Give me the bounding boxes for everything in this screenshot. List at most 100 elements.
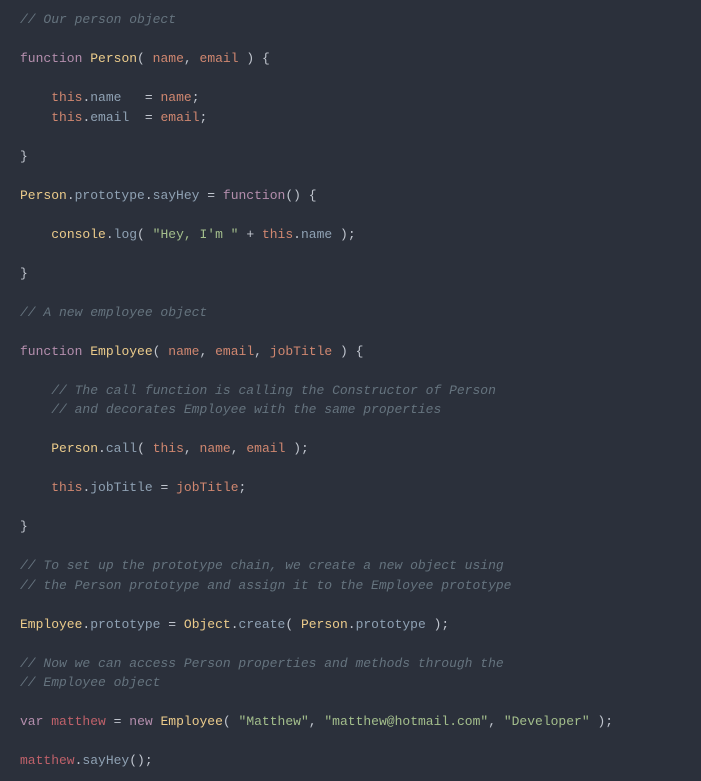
param-email: email [215, 344, 254, 359]
dot: . [145, 188, 153, 203]
class-employee: Employee [160, 714, 222, 729]
prop-name: name [90, 90, 121, 105]
dot: . [348, 617, 356, 632]
prop-prototype: prototype [75, 188, 145, 203]
method-sayhey: sayHey [153, 188, 200, 203]
comma: , [488, 714, 496, 729]
semi: ; [145, 753, 153, 768]
paren-open: ( [285, 188, 293, 203]
code-block: // Our person object function Person( na… [0, 0, 701, 781]
brace-close: } [20, 519, 28, 534]
kw-function: function [223, 188, 285, 203]
brace-open: { [356, 344, 364, 359]
ident-email: email [161, 110, 200, 125]
class-person: Person [20, 188, 67, 203]
paren-close: ) [340, 344, 348, 359]
comma: , [184, 51, 192, 66]
kw-this: this [51, 480, 82, 495]
method-call: call [106, 441, 137, 456]
comma: , [254, 344, 262, 359]
semi: ; [348, 227, 356, 242]
dot: . [67, 188, 75, 203]
brace-open: { [309, 188, 317, 203]
kw-new: new [129, 714, 152, 729]
paren-open: ( [285, 617, 293, 632]
prop-email: email [90, 110, 129, 125]
op-eq: = [168, 617, 176, 632]
method-log: log [114, 227, 137, 242]
dot: . [106, 227, 114, 242]
semi: ; [605, 714, 613, 729]
comment-line: // To set up the prototype chain, we cre… [20, 558, 504, 573]
comma: , [309, 714, 317, 729]
class-person: Person [51, 441, 98, 456]
paren-close: ) [293, 188, 301, 203]
class-employee: Employee [20, 617, 82, 632]
paren-open: ( [137, 51, 145, 66]
comment-line: // and decorates Employee with the same … [51, 402, 441, 417]
ident-jobtitle: jobTitle [176, 480, 238, 495]
method-sayhey: sayHey [82, 753, 129, 768]
comment-line: // The call function is calling the Cons… [51, 383, 496, 398]
prop-prototype: prototype [356, 617, 426, 632]
comment-line: // Now we can access Person properties a… [20, 656, 504, 671]
semi: ; [441, 617, 449, 632]
param-name: name [168, 344, 199, 359]
paren-open: ( [153, 344, 161, 359]
param-name: name [153, 51, 184, 66]
paren-open: ( [137, 441, 145, 456]
string-email: "matthew@hotmail.com" [324, 714, 488, 729]
comment-line: // A new employee object [20, 305, 207, 320]
var-matthew: matthew [51, 714, 106, 729]
paren-open: ( [223, 714, 231, 729]
kw-this: this [262, 227, 293, 242]
comment-line: // Our person object [20, 12, 176, 27]
op-eq: = [207, 188, 215, 203]
prop-prototype: prototype [90, 617, 160, 632]
semi: ; [200, 110, 208, 125]
comma: , [231, 441, 239, 456]
ident-name: name [200, 441, 231, 456]
ident-name: name [161, 90, 192, 105]
param-email: email [200, 51, 239, 66]
semi: ; [239, 480, 247, 495]
obj-console: console [51, 227, 106, 242]
dot: . [293, 227, 301, 242]
semi: ; [192, 90, 200, 105]
dot: . [75, 753, 83, 768]
comment-line: // the Person prototype and assign it to… [20, 578, 511, 593]
paren-close: ) [434, 617, 442, 632]
op-eq: = [160, 480, 168, 495]
kw-function: function [20, 51, 82, 66]
obj-object: Object [184, 617, 231, 632]
op-plus: + [246, 227, 254, 242]
comma: , [184, 441, 192, 456]
paren-open: ( [137, 227, 145, 242]
dot: . [82, 617, 90, 632]
kw-function: function [20, 344, 82, 359]
paren-close: ) [293, 441, 301, 456]
brace-close: } [20, 149, 28, 164]
kw-this: this [51, 110, 82, 125]
paren-close: ) [597, 714, 605, 729]
brace-close: } [20, 266, 28, 281]
string-hey: "Hey, I'm " [153, 227, 239, 242]
kw-this: this [51, 90, 82, 105]
class-person: Person [90, 51, 137, 66]
semi: ; [301, 441, 309, 456]
op-eq: = [114, 714, 122, 729]
string-matthew: "Matthew" [239, 714, 309, 729]
string-dev: "Developer" [504, 714, 590, 729]
param-jobtitle: jobTitle [270, 344, 332, 359]
kw-this: this [153, 441, 184, 456]
kw-var: var [20, 714, 43, 729]
op-eq: = [145, 90, 153, 105]
paren-close: ) [340, 227, 348, 242]
dot: . [98, 441, 106, 456]
comma: , [200, 344, 208, 359]
paren-close: ) [137, 753, 145, 768]
var-matthew: matthew [20, 753, 75, 768]
comment-line: // Employee object [20, 675, 160, 690]
op-eq: = [145, 110, 153, 125]
paren-close: ) [246, 51, 254, 66]
